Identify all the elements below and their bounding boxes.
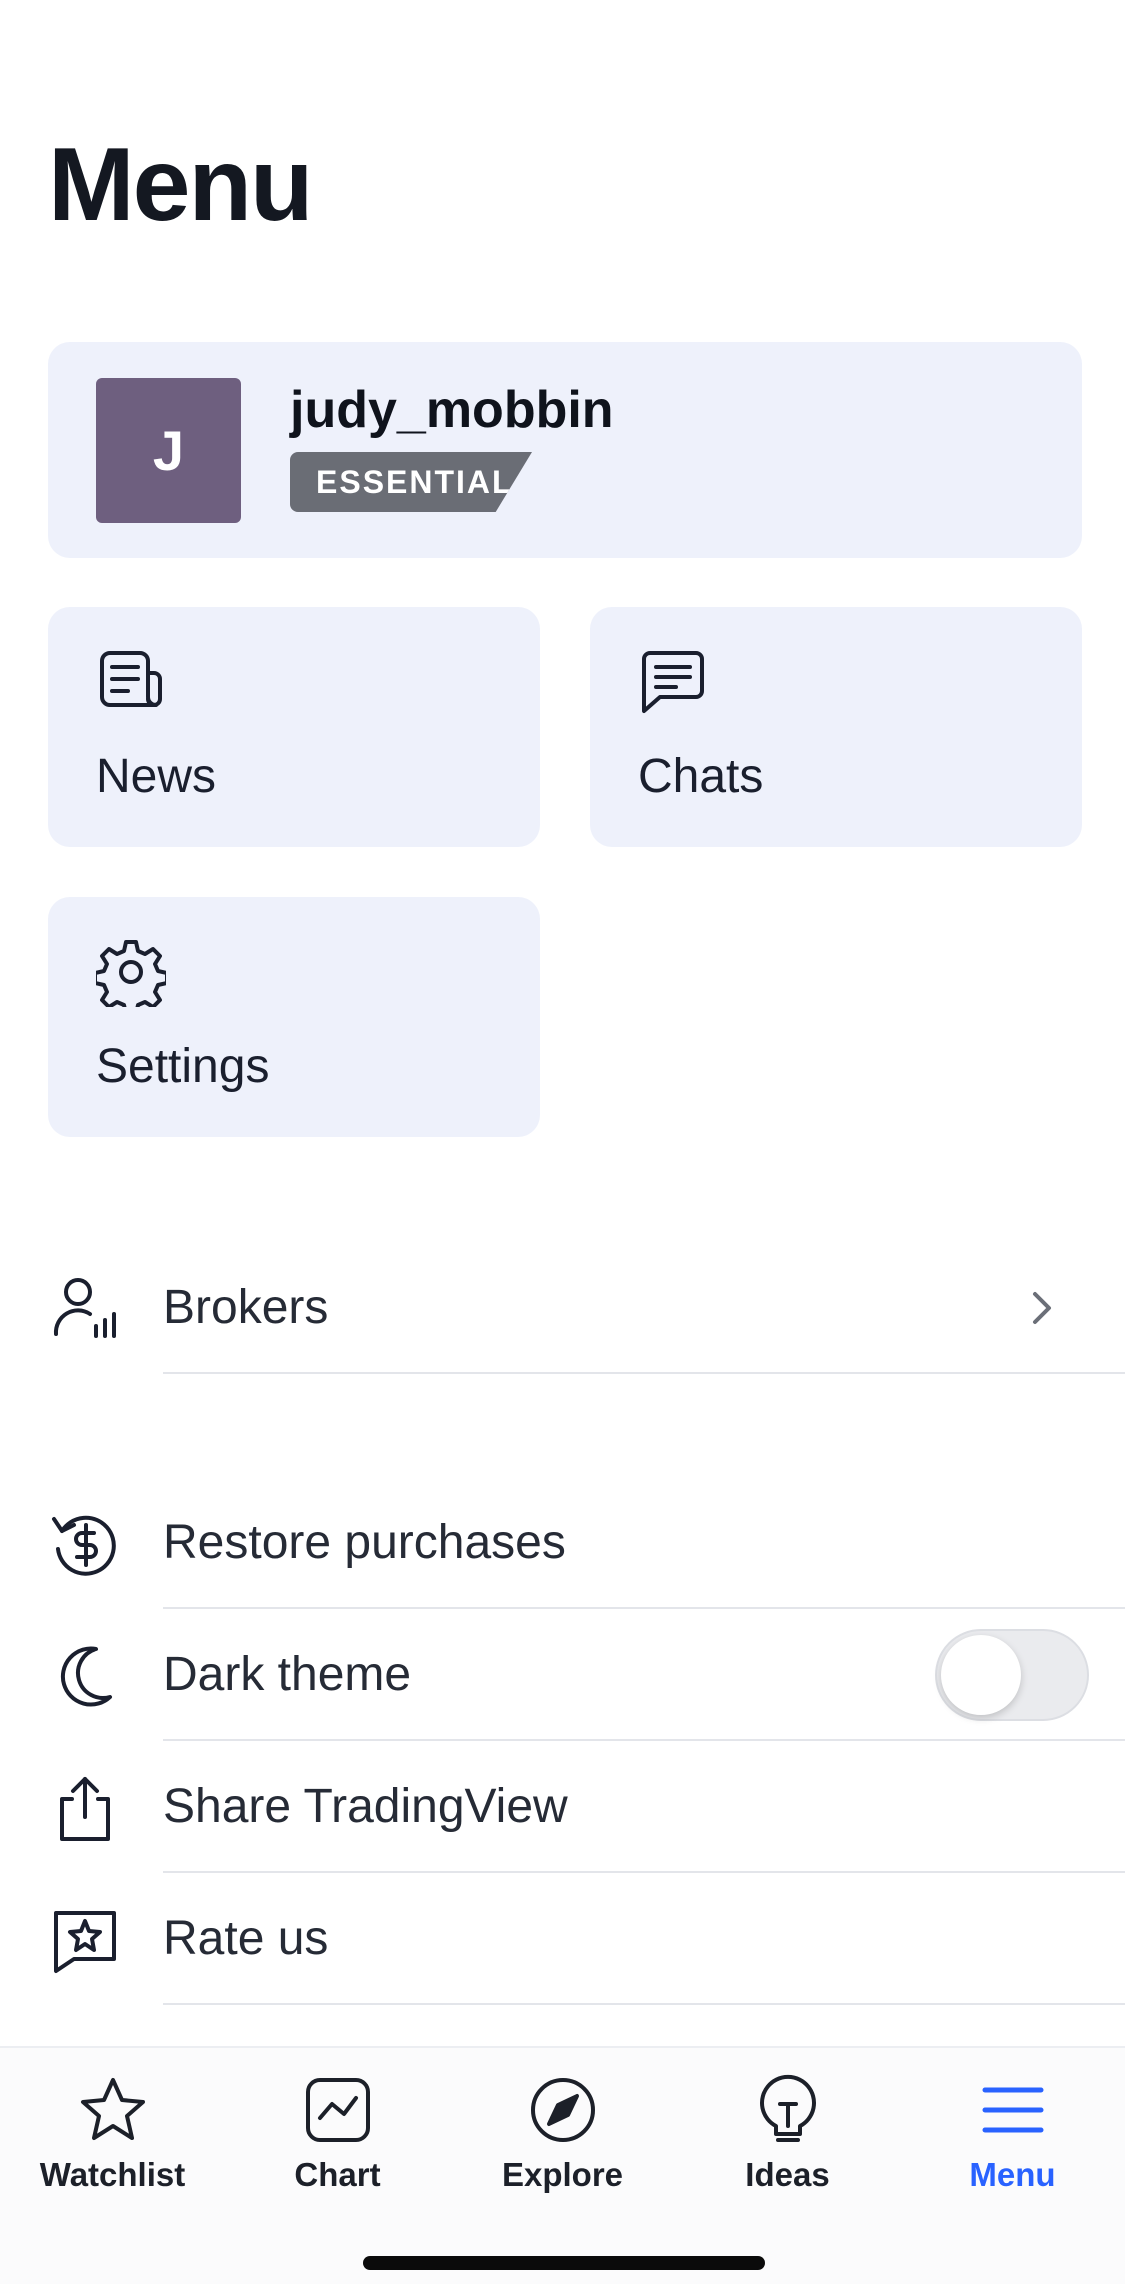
news-tile[interactable]: News xyxy=(48,607,540,847)
settings-tile[interactable]: Settings xyxy=(48,897,540,1137)
chats-tile-label: Chats xyxy=(638,750,764,803)
menu-screen: Menu J judy_mobbin ESSENTIAL News Chats xyxy=(0,0,1125,2284)
divider xyxy=(163,1372,1125,1374)
divider xyxy=(163,2003,1125,2005)
page-title: Menu xyxy=(48,127,314,243)
restore-dollar-icon xyxy=(52,1515,116,1576)
home-indicator xyxy=(363,2256,765,2270)
news-tile-label: News xyxy=(96,750,217,803)
tab-watchlist-label: Watchlist xyxy=(39,2156,186,2193)
hamburger-icon xyxy=(982,2087,1043,2133)
tab-chart-label: Chart xyxy=(294,2156,381,2193)
tab-bar: Watchlist Chart Explore Ideas Menu xyxy=(0,2046,1125,2284)
tab-chart[interactable]: Chart xyxy=(225,2066,450,2216)
share-icon xyxy=(60,1777,110,1841)
tab-watchlist[interactable]: Watchlist xyxy=(0,2066,225,2216)
dark-theme-toggle[interactable] xyxy=(935,1629,1089,1721)
moon-icon xyxy=(60,1646,112,1707)
gear-icon xyxy=(96,940,166,1007)
brokers-row[interactable]: Brokers xyxy=(0,1242,1125,1374)
plan-badge-label: ESSENTIAL xyxy=(316,464,514,500)
lightbulb-icon xyxy=(759,2075,816,2142)
brokers-label: Brokers xyxy=(163,1281,329,1334)
share-row[interactable]: Share TradingView xyxy=(0,1741,1125,1873)
chat-icon xyxy=(642,651,704,713)
rate-us-row[interactable]: Rate us xyxy=(0,1873,1125,2005)
news-icon xyxy=(100,651,162,707)
profile-card[interactable]: J judy_mobbin ESSENTIAL xyxy=(48,342,1082,558)
compass-icon xyxy=(530,2078,595,2142)
chats-tile[interactable]: Chats xyxy=(590,607,1082,847)
tab-ideas-label: Ideas xyxy=(745,2156,830,2193)
tab-explore[interactable]: Explore xyxy=(450,2066,675,2216)
plan-badge: ESSENTIAL xyxy=(290,452,532,512)
username: judy_mobbin xyxy=(290,381,614,439)
chevron-right-icon xyxy=(1033,1292,1051,1324)
share-label: Share TradingView xyxy=(163,1780,568,1833)
rate-us-label: Rate us xyxy=(163,1912,329,1965)
star-icon xyxy=(80,2078,145,2140)
dark-theme-label: Dark theme xyxy=(163,1648,412,1701)
tab-explore-label: Explore xyxy=(501,2156,624,2193)
restore-purchases-label: Restore purchases xyxy=(163,1516,566,1569)
dark-theme-row: Dark theme xyxy=(0,1609,1125,1741)
broker-icon xyxy=(53,1278,116,1338)
restore-purchases-row[interactable]: Restore purchases xyxy=(0,1477,1125,1609)
toggle-knob xyxy=(941,1635,1021,1715)
chart-icon xyxy=(305,2078,370,2142)
avatar: J xyxy=(96,378,241,523)
settings-tile-label: Settings xyxy=(96,1040,270,1093)
tab-menu-label: Menu xyxy=(969,2156,1056,2193)
tab-ideas[interactable]: Ideas xyxy=(675,2066,900,2216)
star-message-icon xyxy=(54,1911,116,1973)
tab-menu[interactable]: Menu xyxy=(900,2066,1125,2216)
